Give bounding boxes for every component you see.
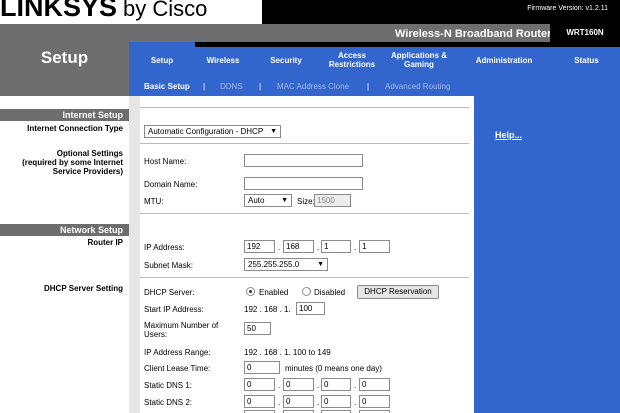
ip-dot: .	[317, 398, 320, 407]
network-setup-heading: Network Setup	[0, 224, 129, 236]
subnet-mask-label: Subnet Mask:	[144, 261, 193, 270]
internet-setup-heading: Internet Setup	[0, 109, 129, 121]
dns2-octet-1[interactable]: 0	[244, 395, 275, 408]
start-ip-input[interactable]: 100	[296, 302, 325, 315]
dhcp-enabled-radio[interactable]	[246, 287, 255, 296]
mtu-select[interactable]: Auto ▼	[244, 194, 292, 207]
optional-settings-note: Service Providers)	[52, 167, 123, 176]
domain-name-input[interactable]	[244, 177, 363, 190]
subtab-mac-address-clone[interactable]: MAC Address Clone	[277, 78, 349, 96]
main-nav: Setup Wireless Security Access Restricti…	[129, 42, 620, 78]
start-ip-prefix: 192 . 168 . 1.	[244, 305, 291, 314]
dropdown-arrow-icon: ▼	[317, 261, 324, 268]
host-name-input[interactable]	[244, 154, 363, 167]
start-ip-label: Start IP Address:	[144, 305, 204, 314]
subnav-separator: |	[259, 82, 262, 91]
connection-type-value: Automatic Configuration - DHCP	[148, 127, 264, 136]
mtu-label: MTU:	[144, 197, 164, 206]
dropdown-arrow-icon: ▼	[281, 197, 288, 204]
subtab-ddns[interactable]: DDNS	[220, 78, 243, 96]
dns2-octet-2[interactable]: 0	[283, 395, 314, 408]
dhcp-reservation-button[interactable]: DHCP Reservation	[357, 285, 439, 299]
panel-gutter	[129, 96, 140, 413]
max-users-label: Users:	[144, 330, 168, 339]
mtu-value: Auto	[248, 196, 265, 205]
model-number: WRT160N	[550, 24, 620, 42]
ip-dot: .	[354, 398, 357, 407]
tab-administration[interactable]: Administration	[455, 42, 553, 78]
dhcp-enabled-label: Enabled	[259, 288, 289, 297]
optional-settings-note: (required by some Internet	[22, 158, 123, 167]
mtu-size-label: Size:	[297, 197, 315, 206]
tab-access-restrictions[interactable]: Access Restrictions	[321, 42, 383, 78]
ip-address-label: IP Address:	[144, 243, 185, 252]
subnet-mask-value: 255.255.255.0	[248, 260, 300, 269]
dhcp-server-setting-label: DHCP Server Setting	[44, 284, 123, 293]
ip-octet-3[interactable]: 1	[321, 240, 351, 253]
max-users-input[interactable]: 50	[244, 322, 271, 335]
subnav-separator: |	[367, 82, 370, 91]
dhcp-server-label: DHCP Server:	[144, 288, 195, 297]
optional-settings-label: Optional Settings	[56, 149, 123, 158]
divider	[140, 277, 469, 278]
ip-dot: .	[317, 243, 320, 252]
host-name-label: Host Name:	[144, 157, 187, 166]
firmware-version: Firmware Version: v1.2.11	[523, 3, 612, 14]
mtu-size-input: 1500	[314, 194, 351, 207]
tab-security[interactable]: Security	[251, 42, 321, 78]
static-dns-2-label: Static DNS 2:	[144, 398, 193, 407]
nav-divider	[129, 42, 620, 47]
lease-time-label: Client Lease Time:	[144, 364, 211, 373]
dns2-octet-3[interactable]: 0	[321, 395, 351, 408]
dropdown-arrow-icon: ▼	[270, 128, 277, 135]
connection-type-label: Internet Connection Type	[27, 124, 123, 133]
connection-type-select[interactable]: Automatic Configuration - DHCP ▼	[144, 125, 281, 138]
page-title: Setup	[40, 48, 89, 67]
brand-suffix: by Cisco	[123, 0, 208, 21]
subtab-advanced-routing[interactable]: Advanced Routing	[385, 78, 450, 96]
sub-nav: Basic Setup | DDNS | MAC Address Clone |…	[129, 78, 620, 96]
divider	[140, 213, 469, 214]
tab-setup[interactable]: Setup	[129, 42, 195, 78]
dhcp-disabled-radio[interactable]	[302, 287, 311, 296]
subtab-basic-setup[interactable]: Basic Setup	[144, 78, 190, 96]
ip-octet-2[interactable]: 168	[283, 240, 314, 253]
dns1-octet-4[interactable]: 0	[359, 378, 390, 391]
subnav-separator: |	[203, 82, 206, 91]
divider	[140, 107, 469, 108]
ip-dot: .	[278, 381, 281, 390]
ip-dot: .	[317, 381, 320, 390]
domain-name-label: Domain Name:	[144, 180, 198, 189]
brand-name: LINKSYS	[0, 0, 118, 22]
ip-dot: .	[278, 243, 281, 252]
help-panel	[474, 96, 620, 413]
lease-time-suffix: minutes (0 means one day)	[285, 364, 382, 373]
subnet-mask-select[interactable]: 255.255.255.0 ▼	[244, 258, 328, 271]
ip-octet-4[interactable]: 1	[359, 240, 390, 253]
left-label-column	[0, 96, 129, 413]
static-dns-1-label: Static DNS 1:	[144, 381, 193, 390]
dhcp-disabled-label: Disabled	[314, 288, 346, 297]
dns1-octet-1[interactable]: 0	[244, 378, 275, 391]
ip-dot: .	[278, 398, 281, 407]
dns1-octet-3[interactable]: 0	[321, 378, 351, 391]
ip-range-value: 192 . 168 . 1. 100 to 149	[244, 348, 331, 357]
lease-time-input[interactable]: 0	[244, 361, 280, 374]
router-ip-label: Router IP	[87, 238, 123, 247]
linksys-logo: LINKSYS by Cisco	[0, 0, 207, 23]
ip-range-label: IP Address Range:	[144, 348, 211, 357]
dns1-octet-2[interactable]: 0	[283, 378, 314, 391]
tab-applications-gaming[interactable]: Applications & Gaming	[383, 42, 455, 78]
dns2-octet-4[interactable]: 0	[359, 395, 390, 408]
ip-dot: .	[354, 243, 357, 252]
ip-dot: .	[354, 381, 357, 390]
tab-status[interactable]: Status	[553, 42, 620, 78]
active-tab-indicator	[129, 42, 195, 47]
tab-wireless[interactable]: Wireless	[195, 42, 251, 78]
max-users-label: Maximum Number of	[144, 321, 219, 330]
ip-octet-1[interactable]: 192	[244, 240, 275, 253]
help-link[interactable]: Help...	[495, 130, 522, 140]
divider	[140, 143, 469, 144]
product-name: Wireless-N Broadband Router	[395, 28, 552, 40]
